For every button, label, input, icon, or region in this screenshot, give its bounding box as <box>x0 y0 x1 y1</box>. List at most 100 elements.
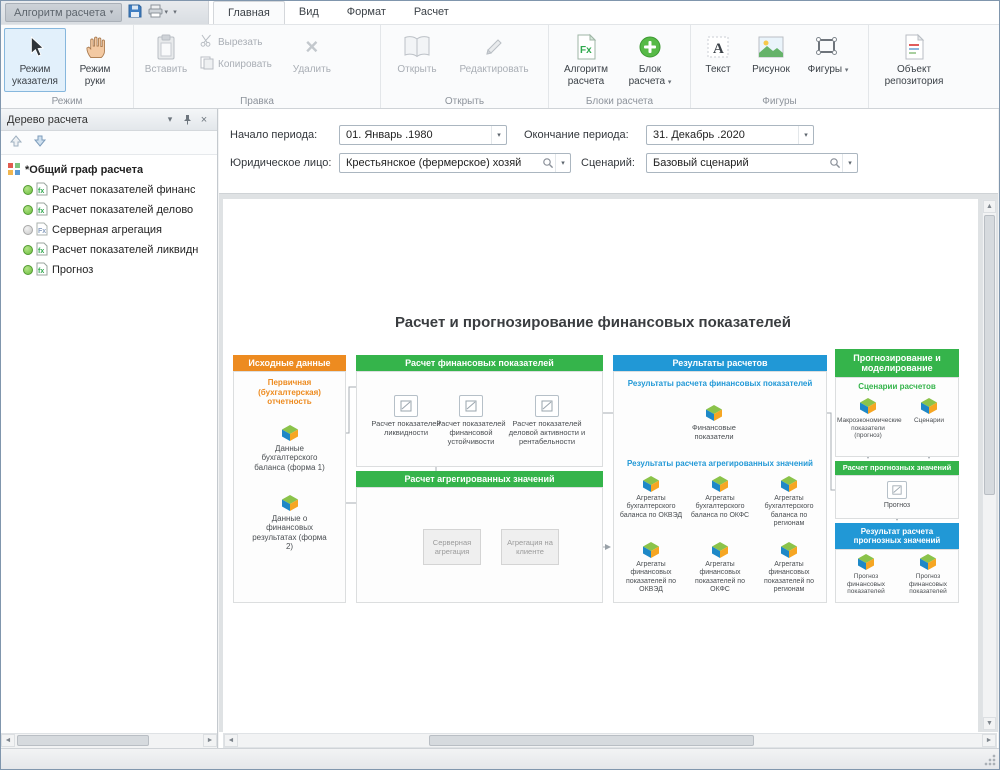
cube-icon <box>642 541 660 559</box>
print-button[interactable]: ▾ <box>148 3 168 22</box>
node-forecast-calc[interactable]: Прогноз <box>863 481 931 510</box>
node-label: Сценарии <box>903 417 955 425</box>
node-fin-agg-okfs[interactable]: Агрегаты финансовых показателей по ОКФС <box>687 541 753 594</box>
repository-object-button[interactable]: Объект репозитория <box>872 28 956 92</box>
move-up-button[interactable] <box>9 134 23 151</box>
app-window: Алгоритм расчета ▾ ▾ ▾ Главная Вид Форма… <box>0 0 1000 770</box>
scroll-down-icon[interactable]: ▼ <box>983 717 996 730</box>
tree-item[interactable]: fx Расчет показателей делово <box>1 200 217 220</box>
ribbon-group-blocks: Fx Алгоритм расчета Блок расчета ▾ Блоки… <box>549 25 691 108</box>
scroll-right-icon[interactable]: ► <box>982 734 996 747</box>
scroll-left-icon[interactable]: ◄ <box>1 734 15 747</box>
picture-button[interactable]: Рисунок <box>742 28 800 92</box>
tab-calculation[interactable]: Расчет <box>400 1 463 24</box>
caret-down-icon: ▾ <box>798 126 813 144</box>
node-fin-agg-okved[interactable]: Агрегаты финансовых показателей по ОКВЭД <box>618 541 684 594</box>
tree-horizontal-scrollbar[interactable]: ◄ ► <box>1 733 217 748</box>
tree-item[interactable]: Fx Серверная агрегация <box>1 220 217 240</box>
node-financial-results-data[interactable]: Данные о финансовых результатах (форма 2… <box>249 494 330 552</box>
svg-text:fx: fx <box>38 248 44 255</box>
shapes-button[interactable]: Фигуры ▾ <box>800 28 856 92</box>
move-down-button[interactable] <box>33 134 47 151</box>
cut-label: Вырезать <box>218 37 262 48</box>
tab-view[interactable]: Вид <box>285 1 333 24</box>
node-server-aggregation[interactable]: Серверная агрегация <box>423 529 481 565</box>
app-menu-label: Алгоритм расчета <box>14 7 106 19</box>
scroll-thumb[interactable] <box>984 215 995 495</box>
tree-item-label: Прогноз <box>52 264 93 276</box>
calc-algorithm-button[interactable]: Fx Алгоритм расчета <box>552 28 620 92</box>
end-period-combo[interactable]: 31. Декабрь .2020 ▾ <box>646 125 814 145</box>
paste-button[interactable]: Вставить <box>137 28 195 92</box>
caret-down-icon: ▾ <box>555 154 570 172</box>
resize-grip[interactable] <box>984 754 996 766</box>
hand-icon <box>84 32 107 62</box>
caret-down-icon: ▾ <box>110 9 114 16</box>
copy-button[interactable]: Копировать <box>195 54 277 74</box>
scroll-thumb[interactable] <box>429 735 754 746</box>
fx-doc-icon: fx <box>36 242 48 259</box>
scenario-label: Сценарий: <box>581 153 635 173</box>
node-balance-data[interactable]: Данные бухгалтерского баланса (форма 1) <box>249 424 330 472</box>
node-balance-agg-okfs[interactable]: Агрегаты бухгалтерского баланса по ОКФС <box>687 475 753 520</box>
close-panel-icon[interactable]: × <box>197 113 211 127</box>
tree-item-label: Серверная агрегация <box>52 224 162 236</box>
tree-item-label: Расчет показателей финанс <box>52 184 195 196</box>
tree-item[interactable]: fx Расчет показателей ликвидн <box>1 240 217 260</box>
pointer-mode-button[interactable]: Режим указателя <box>4 28 66 92</box>
repository-object-label: Объект репозитория <box>885 64 944 87</box>
scroll-left-icon[interactable]: ◄ <box>224 734 238 747</box>
tree-item[interactable]: fx Прогноз <box>1 260 217 280</box>
edit-object-button[interactable]: Редактировать <box>450 28 538 92</box>
delete-button[interactable]: × Удалить <box>285 28 339 92</box>
node-liquidity-calc[interactable]: Расчет показателей ликвидности <box>369 395 443 438</box>
legal-entity-combo[interactable]: Крестьянское (фермерское) хозяй ▾ <box>339 153 571 173</box>
diagram-page[interactable]: Расчет и прогнозирование финансовых пока… <box>223 199 978 732</box>
node-fin-agg-region[interactable]: Агрегаты финансовых показателей по регио… <box>756 541 822 594</box>
node-label: Макроэкономические показатели (прогноз) <box>837 417 899 440</box>
scenario-combo[interactable]: Базовый сценарий ▾ <box>646 153 858 173</box>
node-scenarios[interactable]: Сценарии <box>903 397 955 425</box>
tab-home[interactable]: Главная <box>213 1 285 24</box>
node-forecast-indicators-2[interactable]: Прогноз финансовых показателей <box>898 553 958 596</box>
tree-item[interactable]: fx Расчет показателей финанс <box>1 180 217 200</box>
app-menu-button[interactable]: Алгоритм расчета ▾ <box>5 3 122 22</box>
save-button[interactable] <box>125 3 145 22</box>
text-button[interactable]: A Текст <box>694 28 742 92</box>
node-balance-agg-okved[interactable]: Агрегаты бухгалтерского баланса по ОКВЭД <box>618 475 684 520</box>
scroll-right-icon[interactable]: ► <box>203 734 217 747</box>
node-label: Агрегаты бухгалтерского баланса по регио… <box>756 495 822 528</box>
pin-icon[interactable] <box>180 113 194 127</box>
scenario-value: Базовый сценарий <box>653 157 828 169</box>
group-label-mode: Режим <box>1 96 133 107</box>
node-balance-agg-region[interactable]: Агрегаты бухгалтерского баланса по регио… <box>756 475 822 528</box>
delete-x-icon: × <box>305 32 318 62</box>
scroll-thumb[interactable] <box>17 735 149 746</box>
node-label: Прогноз финансовых показателей <box>836 573 896 596</box>
node-macro-indicators[interactable]: Макроэкономические показатели (прогноз) <box>837 397 899 440</box>
svg-text:fx: fx <box>38 188 44 195</box>
qat-customize-button[interactable]: ▾ <box>173 9 177 16</box>
calc-block-icon <box>887 481 907 499</box>
panel-menu-icon[interactable]: ▾ <box>163 113 177 127</box>
tree-panel-title: Дерево расчета <box>7 114 88 126</box>
node-stability-calc[interactable]: Расчет показателей финансовой устойчивос… <box>434 395 508 447</box>
node-client-aggregation[interactable]: Агрегация на клиенте <box>501 529 559 565</box>
tree-item-root[interactable]: *Общий граф расчета <box>1 160 217 180</box>
cube-icon <box>919 553 937 571</box>
tab-format[interactable]: Формат <box>333 1 400 24</box>
scroll-up-icon[interactable]: ▲ <box>983 200 996 213</box>
node-forecast-indicators-1[interactable]: Прогноз финансовых показателей <box>836 553 896 596</box>
search-icon[interactable] <box>828 157 842 169</box>
calc-block-button[interactable]: Блок расчета ▾ <box>620 28 680 92</box>
search-icon[interactable] <box>541 157 555 169</box>
start-period-combo[interactable]: 01. Январь .1980 ▾ <box>339 125 507 145</box>
hand-mode-button[interactable]: Режим руки <box>66 28 124 92</box>
node-financial-indicators[interactable]: Финансовые показатели <box>678 404 750 442</box>
cube-icon <box>780 541 798 559</box>
cut-button[interactable]: Вырезать <box>195 32 277 52</box>
node-activity-calc[interactable]: Расчет показателей деловой активности и … <box>506 395 588 447</box>
canvas-vertical-scrollbar[interactable]: ▲ ▼ <box>982 199 997 731</box>
open-button[interactable]: Открыть <box>384 28 450 92</box>
canvas-horizontal-scrollbar[interactable]: ◄ ► <box>223 733 997 748</box>
